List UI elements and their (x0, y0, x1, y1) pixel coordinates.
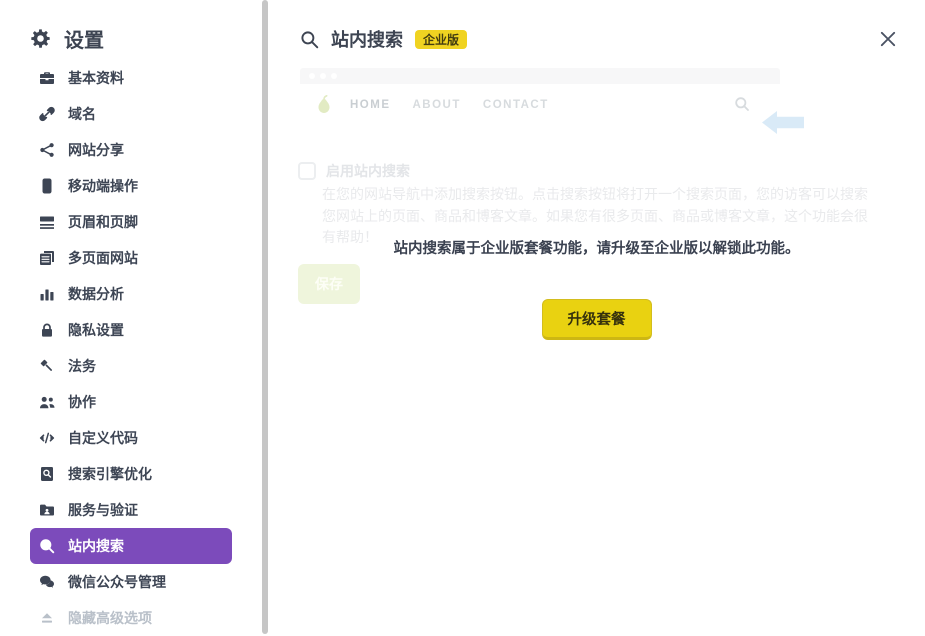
save-button[interactable]: 保存 (298, 264, 360, 304)
pages-icon (38, 250, 55, 267)
sidebar-item-mobile[interactable]: 移动端操作 (30, 168, 232, 204)
gavel-icon (38, 358, 55, 375)
window-dot (320, 73, 326, 79)
share-icon (38, 142, 55, 159)
preview-navbar: HOME ABOUT CONTACT (300, 84, 804, 134)
sidebar-title: 设置 (30, 24, 104, 53)
mobile-icon (38, 178, 55, 195)
close-icon (880, 31, 896, 47)
panel-header: 站内搜索 企业版 (300, 26, 468, 52)
enable-site-search-row: 启用站内搜索 (298, 162, 410, 180)
link-icon (38, 106, 55, 123)
sidebar-title-label: 设置 (64, 30, 104, 52)
sidebar-item-privacy[interactable]: 隐私设置 (30, 312, 232, 348)
preview-nav-home: HOME (350, 99, 391, 111)
enable-site-search-checkbox[interactable] (298, 162, 316, 180)
settings-sidebar: 设置 基本资料 域名 网站分享 移动端操作 页眉和页脚 多页面网站 数据分析 隐… (0, 0, 262, 634)
sidebar-item-header-footer[interactable]: 页眉和页脚 (30, 204, 232, 240)
sidebar-item-domain[interactable]: 域名 (30, 96, 232, 132)
upgrade-required-message: 站内搜索属于企业版套餐功能，请升级至企业版以解锁此功能。 (393, 241, 800, 257)
preview-nav-about: ABOUT (412, 99, 461, 111)
site-search-panel: 站内搜索 企业版 HOME ABOUT CONTACT 启用站内搜索 在您的网站… (268, 0, 925, 634)
enable-site-search-label: 启用站内搜索 (326, 163, 410, 179)
page-title: 站内搜索 (331, 30, 403, 50)
enterprise-plan-badge: 企业版 (415, 29, 468, 49)
sidebar-item-legal[interactable]: 法务 (30, 348, 232, 384)
search-icon (38, 538, 55, 555)
sidebar-item-basic-info[interactable]: 基本资料 (30, 60, 232, 96)
gear-icon (31, 29, 50, 48)
sidebar-item-collaboration[interactable]: 协作 (30, 384, 232, 420)
lock-icon (38, 322, 55, 339)
eject-icon (38, 610, 55, 627)
briefcase-icon (38, 70, 55, 87)
wechat-icon (38, 574, 55, 591)
window-dot (331, 73, 337, 79)
bar-chart-icon (38, 286, 55, 303)
folder-user-icon (38, 502, 55, 519)
upgrade-plan-button[interactable]: 升级套餐 (541, 299, 652, 340)
code-icon (38, 430, 55, 447)
sidebar-item-services-verification[interactable]: 服务与验证 (30, 492, 232, 528)
doc-search-icon (38, 466, 55, 483)
preview-search-icon (735, 97, 749, 111)
people-icon (38, 394, 55, 411)
sidebar-item-site-share[interactable]: 网站分享 (30, 132, 232, 168)
site-logo-icon (318, 95, 330, 113)
sidebar-item-site-search[interactable]: 站内搜索 (30, 528, 232, 564)
feature-description: 在您的网站导航中添加搜索按钮。点击搜索按钮将打开一个搜索页面，您的访客可以搜索您… (322, 186, 868, 245)
sidebar-item-custom-code[interactable]: 自定义代码 (30, 420, 232, 456)
window-dot (309, 73, 315, 79)
sidebar-item-seo[interactable]: 搜索引擎优化 (30, 456, 232, 492)
search-icon (301, 30, 319, 48)
sidebar-item-analytics[interactable]: 数据分析 (30, 276, 232, 312)
sidebar-item-wechat-management[interactable]: 微信公众号管理 (30, 564, 232, 600)
sidebar-item-multipage-site[interactable]: 多页面网站 (30, 240, 232, 276)
browser-chrome-bar (300, 68, 780, 84)
browser-preview-mockup: HOME ABOUT CONTACT (300, 68, 804, 134)
pointer-arrow-icon (762, 111, 804, 134)
close-button[interactable] (879, 30, 897, 48)
settings-menu: 基本资料 域名 网站分享 移动端操作 页眉和页脚 多页面网站 数据分析 隐私设置… (0, 60, 262, 636)
header-footer-icon (38, 214, 55, 231)
preview-nav-contact: CONTACT (482, 99, 549, 111)
sidebar-item-hide-advanced-options[interactable]: 隐藏高级选项 (30, 600, 232, 636)
